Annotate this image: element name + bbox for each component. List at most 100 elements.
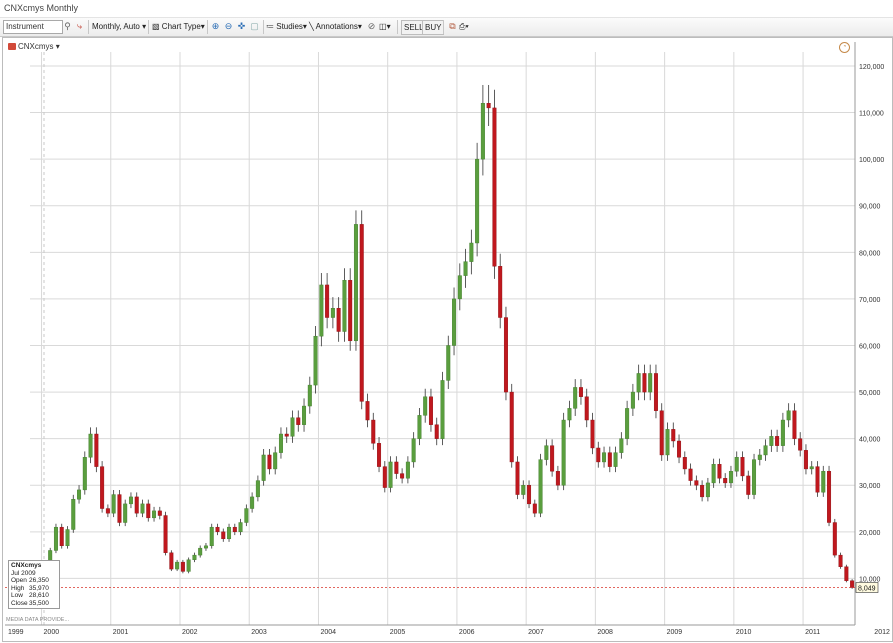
candle-body bbox=[705, 482, 710, 498]
candle-body bbox=[642, 373, 647, 393]
candle-body bbox=[515, 461, 520, 495]
candle-body bbox=[602, 452, 607, 463]
candle-body bbox=[827, 471, 832, 523]
candle-body bbox=[238, 522, 243, 533]
candle-body bbox=[763, 445, 768, 456]
candle-body bbox=[498, 266, 503, 318]
x-tick-label: 2004 bbox=[320, 629, 336, 636]
y-tick-label: 70,000 bbox=[859, 297, 881, 304]
x-tick-label: 1999 bbox=[8, 629, 24, 636]
candle-body bbox=[775, 436, 780, 446]
candle-body bbox=[844, 566, 849, 581]
candle-body bbox=[227, 526, 232, 540]
x-tick-label: 2006 bbox=[459, 629, 475, 636]
candle-body bbox=[278, 433, 283, 453]
candle-body bbox=[532, 503, 537, 514]
candle-body bbox=[850, 580, 855, 588]
candle-body bbox=[711, 464, 716, 484]
candle-body bbox=[175, 561, 180, 570]
candlestick-series bbox=[30, 84, 855, 589]
y-tick-label: 50,000 bbox=[859, 390, 881, 397]
tooltip-row-low: Low 28,610 bbox=[11, 592, 57, 600]
candle-body bbox=[244, 508, 249, 523]
candle-body bbox=[677, 440, 682, 458]
candle-body bbox=[140, 503, 145, 514]
grid-lines bbox=[30, 52, 855, 625]
candle-body bbox=[319, 284, 324, 337]
candle-body bbox=[371, 419, 376, 444]
candle-body bbox=[313, 335, 318, 386]
candle-body bbox=[180, 561, 185, 572]
y-tick-label: 60,000 bbox=[859, 343, 881, 350]
candle-body bbox=[700, 485, 705, 498]
candle-body bbox=[596, 447, 601, 463]
x-tick-label: 2001 bbox=[113, 629, 129, 636]
tooltip-value: 35,500 bbox=[29, 599, 49, 607]
candle-body bbox=[480, 103, 485, 160]
candle-body bbox=[475, 158, 480, 244]
candle-body bbox=[290, 417, 295, 437]
candle-body bbox=[671, 429, 676, 442]
tooltip-row-close: Close35,500 bbox=[11, 600, 57, 608]
y-tick-label: 120,000 bbox=[859, 64, 884, 71]
ohlc-tooltip: CNXcmys Jul 2009 Open 26,350 High 35,970 L… bbox=[8, 560, 60, 609]
tooltip-date: Jul 2009 bbox=[11, 569, 36, 577]
candle-body bbox=[503, 317, 508, 393]
candle-body bbox=[146, 503, 151, 519]
candle-body bbox=[307, 384, 312, 407]
tooltip-symbol: CNXcmys bbox=[11, 562, 42, 569]
candle-body bbox=[648, 373, 653, 393]
tooltip-row-open: Open 26,350 bbox=[11, 577, 57, 585]
candle-body bbox=[382, 466, 387, 488]
y-tick-label: 90,000 bbox=[859, 204, 881, 211]
candle-body bbox=[613, 452, 618, 467]
price-chart[interactable]: 10,00020,00030,00040,00050,00060,00070,0… bbox=[0, 0, 893, 643]
candle-body bbox=[123, 503, 128, 523]
candle-body bbox=[538, 459, 543, 514]
candle-body bbox=[723, 478, 728, 484]
candle-body bbox=[792, 410, 797, 439]
candle-body bbox=[653, 373, 658, 411]
candle-body bbox=[65, 529, 70, 547]
x-tick-label: 2011 bbox=[805, 629, 820, 636]
candle-body bbox=[117, 494, 122, 523]
candle-body bbox=[348, 280, 353, 342]
x-tick-label: 2002 bbox=[182, 629, 198, 636]
candle-body bbox=[128, 496, 133, 505]
candle-body bbox=[469, 242, 474, 262]
candle-body bbox=[728, 471, 733, 484]
candle-body bbox=[111, 494, 116, 514]
tooltip-value: 28,610 bbox=[29, 592, 49, 600]
candle-body bbox=[682, 457, 687, 470]
y-tick-label: 100,000 bbox=[859, 157, 884, 164]
candle-body bbox=[302, 405, 307, 425]
candle-body bbox=[342, 280, 347, 332]
candle-body bbox=[625, 408, 630, 439]
tooltip-row-high: High 35,970 bbox=[11, 585, 57, 593]
candle-body bbox=[509, 391, 514, 463]
clock-icon[interactable]: ◔ bbox=[839, 42, 850, 53]
candle-body bbox=[527, 485, 532, 505]
candle-body bbox=[203, 545, 208, 549]
candle-body bbox=[94, 433, 99, 467]
candle-body bbox=[377, 443, 382, 467]
candle-body bbox=[452, 298, 457, 346]
candle-body bbox=[607, 452, 612, 467]
x-tick-label: 2012 bbox=[874, 629, 890, 636]
candle-body bbox=[636, 373, 641, 393]
candle-body bbox=[423, 396, 428, 416]
candle-body bbox=[400, 473, 405, 479]
candle-body bbox=[457, 275, 462, 300]
candle-body bbox=[492, 107, 497, 267]
candle-body bbox=[550, 445, 555, 472]
candle-body bbox=[411, 438, 416, 463]
candle-body bbox=[77, 489, 82, 500]
candle-body bbox=[809, 466, 814, 470]
candle-body bbox=[261, 454, 266, 481]
candle-body bbox=[192, 554, 197, 560]
candle-body bbox=[417, 415, 422, 439]
candle-body bbox=[365, 401, 370, 421]
candle-body bbox=[584, 396, 589, 421]
y-tick-label: 30,000 bbox=[859, 483, 881, 490]
candle-body bbox=[694, 480, 699, 486]
